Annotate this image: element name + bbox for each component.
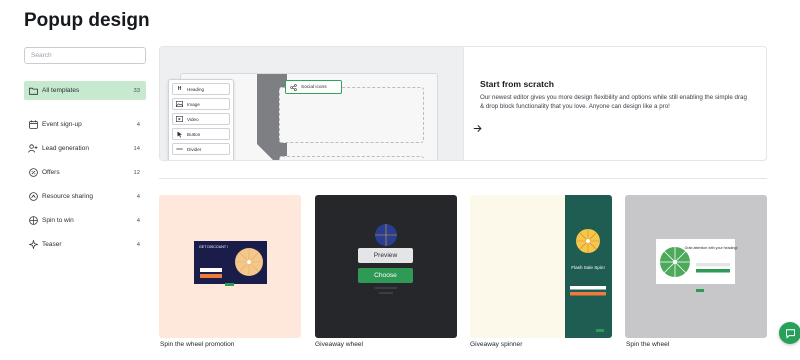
sidebar-item-label: Lead generation (42, 145, 89, 152)
template-thumbnail: Grab attention with your heading! (656, 239, 738, 292)
tool-label: Image (187, 101, 200, 107)
section-divider (159, 178, 767, 179)
sidebar-item-offers[interactable]: Offers 12 (24, 163, 146, 182)
template-card-giveaway-wheel[interactable]: Preview Choose (315, 195, 457, 338)
heading-icon: H (177, 86, 182, 92)
tool-button: Button (172, 128, 230, 140)
template-name[interactable]: Giveaway spinner (470, 341, 522, 348)
cursor-icon (176, 131, 183, 138)
tool-divider: Divider (172, 143, 230, 155)
page-title: Popup design (24, 10, 150, 31)
chat-icon (785, 328, 795, 339)
sparkle-icon (28, 240, 38, 250)
social-icons-chip: Social icons (285, 80, 342, 94)
sidebar-item-event-sign-up[interactable]: Event sign-up 4 (24, 115, 146, 134)
sidebar-item-count: 4 (136, 193, 140, 200)
tool-video: Video (172, 113, 230, 125)
choose-button[interactable]: Choose (358, 268, 413, 283)
template-name[interactable]: Spin the wheel promotion (160, 341, 234, 348)
sidebar-item-lead-generation[interactable]: Lead generation 14 (24, 139, 146, 158)
sidebar-item-label: Resource sharing (42, 193, 93, 200)
template-card-spin-the-wheel[interactable]: Grab attention with your heading! (625, 195, 767, 338)
editor-illustration: H Heading Image Video Button Divider Soci… (160, 47, 464, 160)
share-nodes-icon (290, 83, 297, 91)
sidebar-item-resource-sharing[interactable]: Resource sharing 4 (24, 187, 146, 206)
template-thumbnail: GET DISCOUNT ! (194, 241, 267, 286)
sidebar-item-count: 33 (133, 87, 140, 94)
template-card-spin-the-wheel-promotion[interactable]: GET DISCOUNT ! (159, 195, 301, 338)
arrow-right-icon[interactable] (473, 120, 482, 138)
block-toolbar: H Heading Image Video Button Divider (168, 79, 234, 160)
hero-text: Start from scratch Our newest editor giv… (480, 79, 752, 111)
hero-title: Start from scratch (480, 79, 555, 89)
chip-label: Social icons (301, 84, 327, 90)
tool-label: Video (187, 116, 199, 122)
sidebar-item-count: 4 (136, 241, 140, 248)
spin-icon (28, 216, 38, 226)
divider-icon (176, 146, 183, 153)
start-from-scratch-card[interactable]: H Heading Image Video Button Divider Soci… (159, 46, 767, 161)
mini-popup-title: Grab attention with your heading! (685, 246, 738, 250)
sidebar-item-spin-to-win[interactable]: Spin to win 4 (24, 211, 146, 230)
preview-button[interactable]: Preview (358, 248, 413, 263)
folder-icon (28, 86, 38, 96)
sidebar-item-label: Teaser (42, 241, 62, 248)
tool-heading: H Heading (172, 83, 230, 95)
sidebar-item-label: Spin to win (42, 217, 74, 224)
drop-zone (279, 156, 424, 160)
mini-popup-title: GET DISCOUNT ! (199, 245, 228, 249)
sidebar-item-label: Event sign-up (42, 121, 82, 128)
percent-icon (28, 168, 38, 178)
chat-button[interactable] (779, 322, 800, 344)
tool-label: Button (187, 131, 201, 137)
sidebar-item-teaser[interactable]: Teaser 4 (24, 235, 146, 254)
search-input[interactable] (24, 47, 146, 64)
share-icon (28, 192, 38, 202)
user-plus-icon (28, 144, 38, 154)
sidebar-item-count: 4 (136, 217, 140, 224)
tool-label: Heading (187, 86, 205, 92)
sidebar-item-count: 12 (133, 169, 140, 176)
template-thumbnail: Flash Sale Spin! (565, 195, 612, 338)
template-name[interactable]: Giveaway wheel (315, 341, 363, 348)
drop-zone (279, 87, 424, 143)
hero-description: Our newest editor gives you more design … (480, 94, 747, 110)
sidebar-item-all-templates[interactable]: All templates 33 (24, 81, 146, 100)
tool-image: Image (172, 98, 230, 110)
sidebar-item-count: 14 (133, 145, 140, 152)
sidebar-item-label: Offers (42, 169, 60, 176)
template-name[interactable]: Spin the wheel (626, 341, 669, 348)
sidebar-item-label: All templates (42, 87, 80, 94)
template-thumbnail (375, 224, 397, 294)
image-icon (176, 101, 183, 108)
tool-label: Divider (187, 146, 202, 152)
video-icon (176, 116, 183, 123)
sidebar-item-count: 4 (136, 121, 140, 128)
mini-popup-title: Flash Sale Spin! (571, 265, 604, 270)
calendar-icon (28, 120, 38, 130)
template-card-giveaway-spinner[interactable]: Flash Sale Spin! (470, 195, 612, 338)
